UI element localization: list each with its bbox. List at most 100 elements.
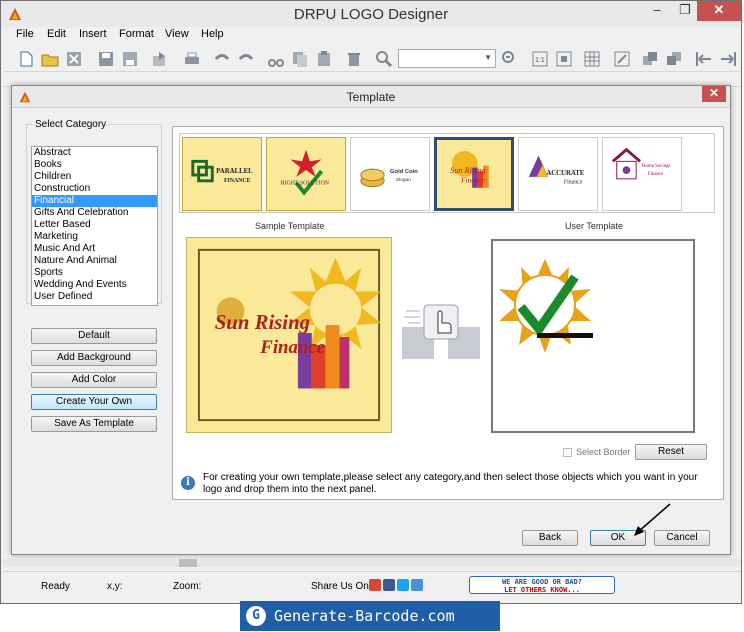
save-as-template-button[interactable]: Save As Template: [31, 416, 157, 432]
dialog-title: Template: [346, 90, 396, 104]
minimize-button[interactable]: –: [643, 1, 671, 21]
template-label: ACCURATE: [546, 170, 584, 177]
templates-panel: PARALLEL FINANCE RIGHT SOLUTION Gold Coi…: [172, 126, 724, 500]
template-thumbnail[interactable]: Gold Coin Slogan: [350, 137, 430, 211]
template-thumbnail[interactable]: Home Savings Finance: [602, 137, 682, 211]
category-list[interactable]: Abstract Books Children Construction Financi…: [31, 146, 158, 306]
add-background-button[interactable]: Add Background: [31, 350, 157, 366]
google-plus-icon[interactable]: [369, 579, 381, 591]
send-back-icon[interactable]: [665, 50, 683, 68]
paste-icon[interactable]: [315, 50, 333, 68]
bring-front-icon[interactable]: [641, 50, 659, 68]
export-icon[interactable]: [151, 50, 169, 68]
dialog-close-button[interactable]: ✕: [702, 86, 726, 102]
drag-drop-hint-icon: [402, 304, 480, 359]
back-button[interactable]: Back: [522, 530, 578, 546]
new-file-icon[interactable]: [17, 50, 35, 68]
main-toolbar: ▼ 1:1: [3, 46, 741, 72]
template-thumbnail[interactable]: ACCURATE Finance: [518, 137, 598, 211]
checkbox-box[interactable]: [563, 448, 572, 458]
category-item[interactable]: User Defined: [32, 291, 157, 303]
category-item[interactable]: Children: [32, 171, 157, 183]
category-item[interactable]: Financial: [32, 195, 157, 207]
menu-format[interactable]: Format: [119, 28, 154, 40]
user-template-panel[interactable]: [491, 239, 695, 433]
align-left-icon[interactable]: [695, 50, 713, 68]
rate-line-2: LET OTHERS KNOW...: [504, 586, 580, 594]
category-item[interactable]: Nature And Animal: [32, 255, 157, 267]
sample-logo-line1: Sun Rising: [215, 311, 310, 334]
menu-bar: File Edit Insert Format View Help: [1, 27, 741, 45]
pointer-arrow-icon: [634, 503, 671, 536]
category-item[interactable]: Gifts And Celebration: [32, 207, 157, 219]
category-item[interactable]: Marketing: [32, 231, 157, 243]
template-thumbnail[interactable]: PARALLEL FINANCE: [182, 137, 262, 211]
fit-page-icon[interactable]: [555, 50, 573, 68]
share-icon[interactable]: [411, 579, 423, 591]
svg-text:1:1: 1:1: [535, 57, 545, 64]
info-text: For creating your own template,please se…: [203, 472, 698, 495]
home-savings-logo: Home Savings Finance: [611, 147, 671, 180]
template-label: PARALLEL: [216, 168, 253, 175]
menu-file[interactable]: File: [16, 28, 34, 40]
close-button[interactable]: ✕: [697, 1, 741, 21]
maximize-button[interactable]: ❐: [671, 1, 699, 21]
zoom-in-icon[interactable]: [375, 50, 393, 68]
brand-banner-text: Generate-Barcode.com: [274, 607, 455, 625]
print-icon[interactable]: [183, 50, 201, 68]
template-thumbnail[interactable]: RIGHT SOLUTION: [266, 137, 346, 211]
status-bar: Ready x,y: Zoom: Share Us On: WE ARE GOO…: [3, 571, 741, 601]
right-solution-logo: RIGHT SOLUTION: [281, 149, 330, 196]
category-item[interactable]: Books: [32, 159, 157, 171]
category-item[interactable]: Music And Art: [32, 243, 157, 255]
grid-icon[interactable]: [583, 50, 601, 68]
reset-button[interactable]: Reset: [635, 444, 707, 460]
rate-us-badge[interactable]: WE ARE GOOD OR BAD? LET OTHERS KNOW...: [469, 576, 615, 594]
horizontal-scrollbar[interactable]: [3, 559, 741, 567]
sample-template-panel[interactable]: Sun Rising Finance: [186, 237, 392, 433]
save-as-icon[interactable]: [121, 50, 139, 68]
category-item[interactable]: Sports: [32, 267, 157, 279]
add-color-button[interactable]: Add Color: [31, 372, 157, 388]
menu-insert[interactable]: Insert: [79, 28, 107, 40]
zoom-out-icon[interactable]: [501, 50, 519, 68]
copy-icon[interactable]: [291, 50, 309, 68]
redo-icon[interactable]: [237, 50, 255, 68]
category-item[interactable]: Letter Based: [32, 219, 157, 231]
brand-banner: G Generate-Barcode.com: [240, 601, 500, 631]
scrollbar-thumb[interactable]: [179, 559, 197, 567]
category-group: Select Category Abstract Books Children Con…: [26, 119, 162, 306]
align-right-icon[interactable]: [719, 50, 737, 68]
edit-icon[interactable]: [613, 50, 631, 68]
delete-icon[interactable]: [345, 50, 363, 68]
category-item[interactable]: Construction: [32, 183, 157, 195]
template-label: Finance: [648, 172, 663, 177]
sample-template-caption: Sample Template: [255, 221, 325, 231]
default-button[interactable]: Default: [31, 328, 157, 344]
twitter-icon[interactable]: [397, 579, 409, 591]
create-your-own-button[interactable]: Create Your Own: [31, 394, 157, 410]
category-item[interactable]: Abstract: [32, 147, 157, 159]
rate-line-1: WE ARE GOOD OR BAD?: [501, 578, 583, 586]
select-border-checkbox[interactable]: Select Border: [563, 447, 631, 458]
open-folder-icon[interactable]: [41, 50, 59, 68]
close-file-icon[interactable]: [65, 50, 83, 68]
menu-edit[interactable]: Edit: [47, 28, 66, 40]
menu-view[interactable]: View: [165, 28, 189, 40]
app-window: DRPU LOGO Designer – ❐ ✕ File Edit Inser…: [0, 0, 742, 604]
actual-size-icon[interactable]: 1:1: [531, 50, 549, 68]
template-thumbnail-strip: PARALLEL FINANCE RIGHT SOLUTION Gold Coi…: [179, 133, 715, 213]
gold-coin-logo: Gold Coin Slogan: [360, 168, 418, 188]
undo-icon[interactable]: [213, 50, 231, 68]
template-label: Home Savings: [642, 164, 671, 169]
window-title: DRPU LOGO Designer: [293, 6, 449, 23]
menu-help[interactable]: Help: [201, 28, 224, 40]
zoom-select[interactable]: ▼: [398, 49, 496, 68]
template-dialog: Template ✕ Select Category Abstract Books…: [11, 85, 731, 555]
cut-icon[interactable]: [267, 50, 285, 68]
save-icon[interactable]: [97, 50, 115, 68]
template-thumbnail-selected[interactable]: Sun Rising Finance: [434, 137, 514, 211]
category-item[interactable]: Wedding And Events: [32, 279, 157, 291]
status-coords: x,y:: [107, 581, 123, 592]
facebook-icon[interactable]: [383, 579, 395, 591]
